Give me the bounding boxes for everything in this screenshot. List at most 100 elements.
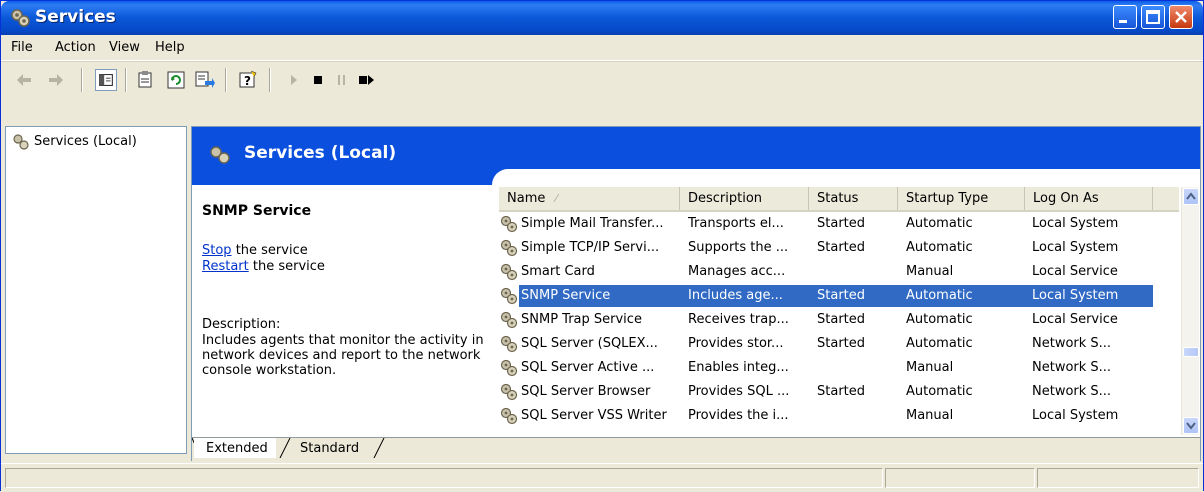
- export-list-icon[interactable]: [193, 69, 215, 91]
- service-gear-icon: [500, 407, 518, 425]
- cell-description: Includes age...: [688, 288, 783, 303]
- cell-log-on-as: Local Service: [1032, 264, 1118, 279]
- menu-view[interactable]: View: [109, 40, 140, 55]
- cell-status: Started: [817, 240, 866, 255]
- description-label: Description:: [202, 317, 281, 332]
- services-gear-icon: [11, 9, 30, 27]
- close-icon: [1175, 11, 1187, 23]
- cell-name: SNMP Trap Service: [521, 312, 642, 327]
- service-gear-icon: [500, 287, 518, 305]
- properties-icon[interactable]: [135, 69, 157, 91]
- status-pane-main: [5, 468, 883, 488]
- cell-log-on-as: Local System: [1032, 408, 1119, 423]
- restart-service-link[interactable]: Restart: [202, 259, 249, 274]
- list-header: Name ⁄ Description Status Startup Type Lo…: [499, 187, 1179, 212]
- column-header-status[interactable]: Status: [809, 187, 898, 210]
- menu-action[interactable]: Action: [55, 40, 96, 55]
- column-header-startup-type[interactable]: Startup Type: [898, 187, 1025, 210]
- refresh-icon[interactable]: [165, 69, 187, 91]
- maximize-button[interactable]: [1141, 5, 1165, 29]
- stop-service-icon[interactable]: [307, 69, 329, 91]
- status-pane-3: [1037, 468, 1199, 488]
- cell-startup-type: Automatic: [906, 240, 973, 255]
- cell-description: Provides SQL ...: [688, 384, 790, 399]
- restart-service-icon[interactable]: [355, 69, 377, 91]
- status-bar: [1, 463, 1203, 492]
- vertical-scrollbar[interactable]: [1181, 187, 1199, 435]
- cell-name: Smart Card: [521, 264, 595, 279]
- services-list[interactable]: Name ⁄ Description Status Startup Type Lo…: [499, 187, 1199, 435]
- cell-status: Started: [817, 312, 866, 327]
- cell-log-on-as: Network S...: [1032, 384, 1112, 399]
- table-row[interactable]: Simple TCP/IP Servi... Supports the ... St…: [499, 236, 1179, 260]
- cell-startup-type: Automatic: [906, 312, 973, 327]
- cell-name: Simple TCP/IP Servi...: [521, 240, 660, 255]
- stop-service-link[interactable]: Stop: [202, 243, 232, 258]
- minimize-button[interactable]: [1113, 5, 1137, 29]
- back-arrow-icon[interactable]: [13, 69, 35, 91]
- services-window: Services File Action View Help ? Service…: [0, 0, 1204, 492]
- title-bar[interactable]: Services: [1, 1, 1203, 35]
- column-header-name[interactable]: Name ⁄: [499, 187, 680, 210]
- svg-text:?: ?: [244, 74, 251, 88]
- cell-name: SQL Server Browser: [521, 384, 651, 399]
- pause-service-icon[interactable]: [331, 69, 353, 91]
- cell-log-on-as: Network S...: [1032, 336, 1112, 351]
- service-gear-icon: [500, 359, 518, 377]
- cell-startup-type: Manual: [906, 360, 954, 375]
- menu-file[interactable]: File: [11, 40, 33, 55]
- close-button[interactable]: [1169, 5, 1193, 29]
- cell-description: Receives trap...: [688, 312, 789, 327]
- cell-startup-type: Automatic: [906, 336, 973, 351]
- toolbar: ?: [1, 61, 1203, 122]
- cell-log-on-as: Local System: [1032, 288, 1119, 303]
- service-gear-icon: [500, 383, 518, 401]
- tab-extended[interactable]: Extended: [194, 438, 276, 458]
- cell-description: Manages acc...: [688, 264, 786, 279]
- cell-description: Transports el...: [688, 216, 784, 231]
- table-row[interactable]: Simple Mail Transfer... Transports el... S…: [499, 212, 1179, 236]
- table-row[interactable]: SQL Server VSS Writer Provides the i... Ma…: [499, 404, 1179, 428]
- show-hide-tree-icon[interactable]: [95, 69, 117, 91]
- table-row[interactable]: Smart Card Manages acc... Manual Local Serv…: [499, 260, 1179, 284]
- table-row[interactable]: SQL Server (SQLEX... Provides stor... Star…: [499, 332, 1179, 356]
- restart-service-suffix: the service: [248, 259, 325, 274]
- chevron-down-icon: [1186, 422, 1196, 430]
- selected-service-name: SNMP Service: [202, 203, 312, 219]
- table-row[interactable]: SNMP Service Includes age... Started Automa…: [499, 284, 1179, 308]
- view-tabs: Extended Standard: [192, 437, 1200, 462]
- table-row[interactable]: SQL Server Browser Provides SQL ... Starte…: [499, 380, 1179, 404]
- forward-arrow-icon[interactable]: [45, 69, 67, 91]
- start-service-icon[interactable]: [283, 69, 305, 91]
- cell-log-on-as: Local System: [1032, 240, 1119, 255]
- console-tree[interactable]: Services (Local): [5, 126, 187, 454]
- service-gear-icon: [500, 311, 518, 329]
- tree-item-label: Services (Local): [34, 134, 137, 149]
- column-header-description[interactable]: Description: [680, 187, 809, 210]
- help-icon[interactable]: ?: [237, 69, 259, 91]
- cell-description: Provides stor...: [688, 336, 784, 351]
- column-header-log-on-as[interactable]: Log On As: [1025, 187, 1153, 210]
- scroll-up-button[interactable]: [1183, 188, 1199, 205]
- tab-standard[interactable]: Standard: [288, 438, 367, 458]
- menu-help[interactable]: Help: [155, 40, 185, 55]
- table-row[interactable]: SQL Server Active ... Enables integ... Man…: [499, 356, 1179, 380]
- services-gear-icon: [210, 146, 230, 164]
- cell-description: Provides the i...: [688, 408, 789, 423]
- cell-log-on-as: Local Service: [1032, 312, 1118, 327]
- window-title: Services: [35, 7, 116, 27]
- extended-view-panel: SNMP Service Stop the service Restart th…: [202, 193, 492, 433]
- table-row[interactable]: SNMP Trap Service Receives trap... Started…: [499, 308, 1179, 332]
- minimize-icon: [1119, 20, 1127, 23]
- cell-startup-type: Automatic: [906, 288, 973, 303]
- scroll-down-button[interactable]: [1183, 417, 1199, 434]
- scroll-thumb[interactable]: [1183, 347, 1199, 357]
- cell-status: Started: [817, 336, 866, 351]
- cell-name: SQL Server Active ...: [521, 360, 655, 375]
- cell-startup-type: Manual: [906, 264, 954, 279]
- cell-description: Enables integ...: [688, 360, 789, 375]
- cell-status: Started: [817, 216, 866, 231]
- cell-startup-type: Manual: [906, 408, 954, 423]
- cell-log-on-as: Network S...: [1032, 360, 1112, 375]
- sort-ascending-icon: ⁄: [555, 192, 558, 205]
